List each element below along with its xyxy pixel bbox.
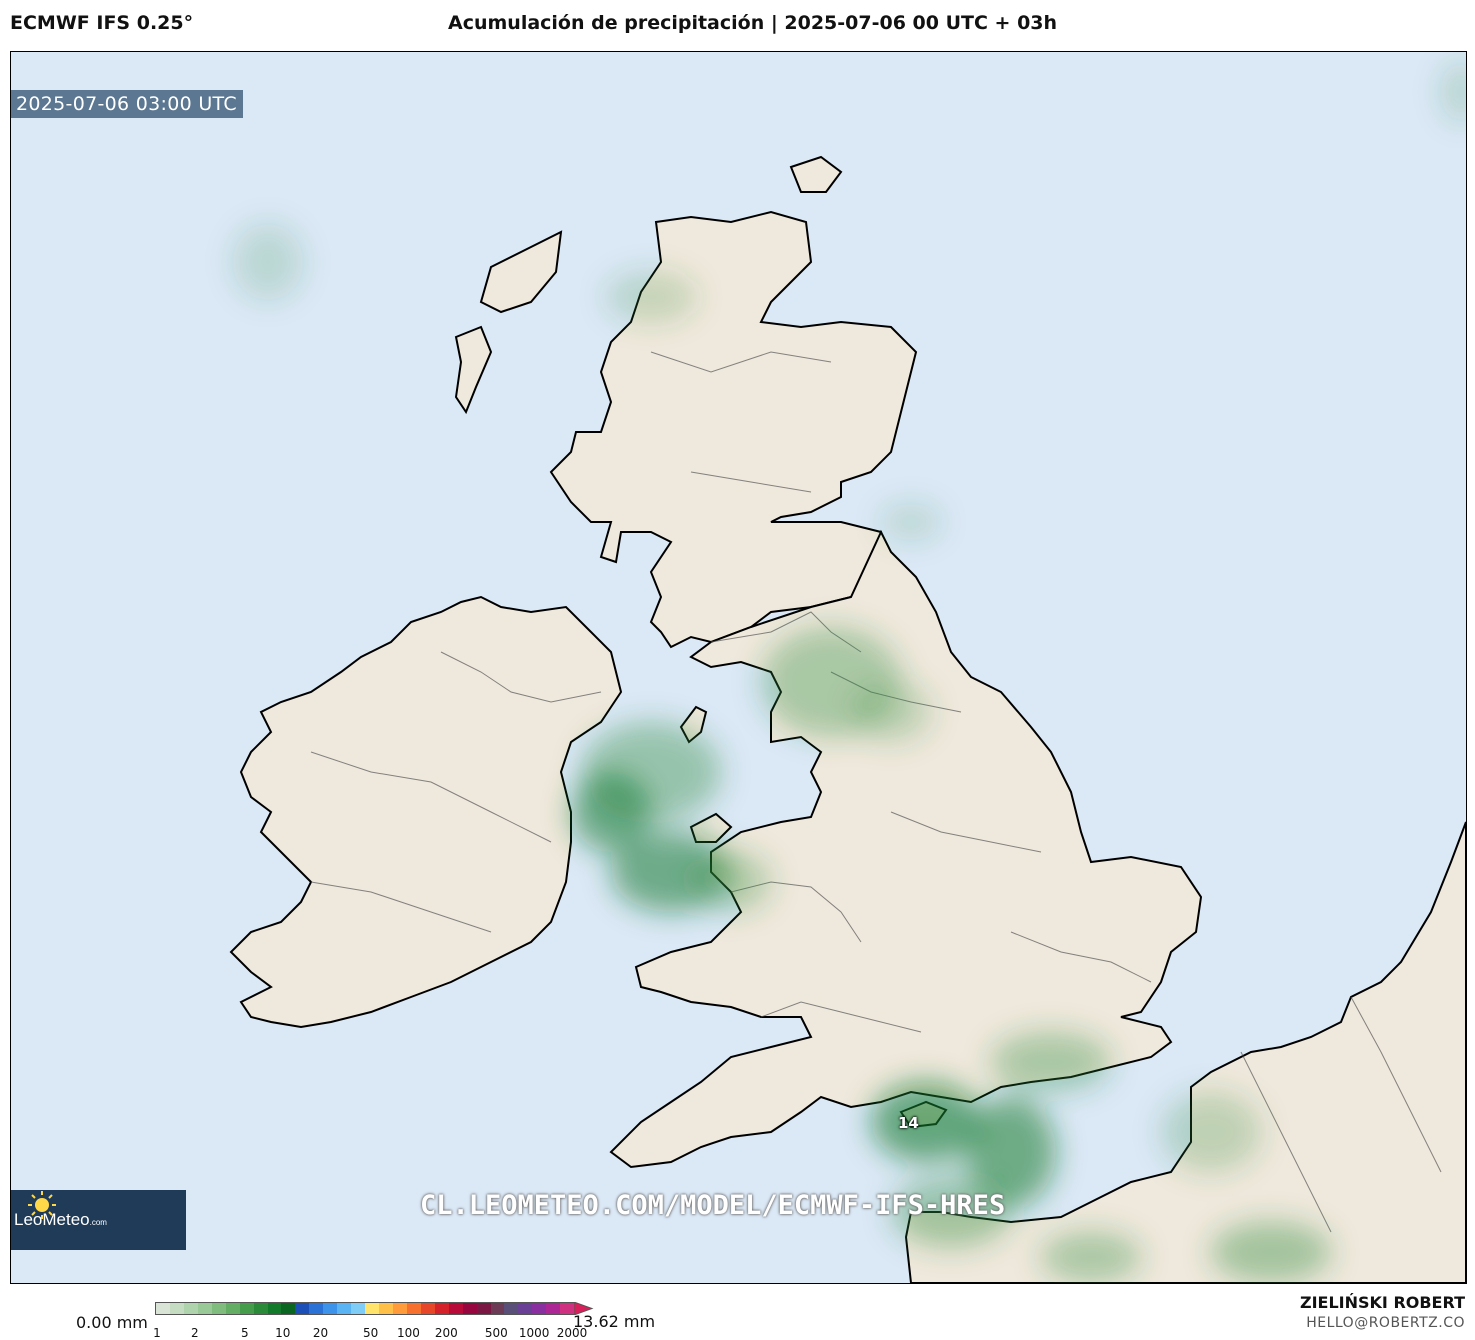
colorbar: [155, 1302, 575, 1315]
colorbar-swatch: [504, 1303, 519, 1314]
land-ireland: [229, 595, 623, 1029]
colorbar-swatch: [365, 1303, 379, 1314]
leometeo-logo[interactable]: LeoMeteo.com: [11, 1190, 186, 1250]
map-canvas[interactable]: [11, 52, 1466, 1283]
colorbar-swatch: [546, 1303, 561, 1314]
sun-icon: [28, 1191, 56, 1219]
colorbar-tick-label: 10: [275, 1326, 291, 1340]
colorbar-swatch: [420, 1303, 435, 1314]
colorbar-swatch: [156, 1303, 170, 1314]
colorbar-swatch: [518, 1303, 533, 1314]
chart-title: Acumulación de precipitación | 2025-07-0…: [448, 12, 1058, 34]
land-hebrides-south: [454, 325, 493, 415]
colorbar-swatch: [197, 1303, 212, 1314]
colorbar-swatch: [323, 1303, 338, 1314]
colorbar-swatch: [434, 1303, 449, 1314]
colorbar-swatch: [392, 1303, 407, 1314]
colorbar-tick-label: 2000: [556, 1326, 588, 1340]
colorbar-swatch: [281, 1303, 296, 1314]
colorbar-swatch: [309, 1303, 324, 1314]
colorbar-swatch: [253, 1303, 268, 1314]
colorbar-swatch: [239, 1303, 254, 1314]
colorbar-tick-label: 200: [434, 1326, 458, 1340]
colorbar-tick-label: 100: [396, 1326, 420, 1340]
colorbar-swatch: [225, 1303, 240, 1314]
colorbar-tick-label: 50: [362, 1326, 379, 1340]
colorbar-swatch: [183, 1303, 198, 1314]
colorbar-tick-label: 1: [153, 1326, 161, 1340]
colorbar-swatch: [448, 1303, 463, 1314]
colorbar-swatch: [476, 1303, 491, 1314]
model-title: ECMWF IFS 0.25°: [10, 12, 194, 34]
colorbar-swatch: [169, 1303, 184, 1314]
colorbar-swatch: [267, 1303, 282, 1314]
colorbar-tick-label: 2: [191, 1326, 199, 1340]
colorbar-swatch: [490, 1303, 505, 1314]
author-email[interactable]: HELLO@ROBERTZ.CO: [1306, 1315, 1465, 1331]
author-name: ZIELIŃSKI ROBERT: [1299, 1293, 1465, 1312]
colorbar-tick-label: 500: [484, 1326, 508, 1340]
colorbar-swatch: [211, 1303, 226, 1314]
colorbar-tick-label: 1000: [518, 1326, 550, 1340]
land-orkney: [789, 155, 843, 193]
max-value-label: 14: [898, 1114, 919, 1132]
land-hebrides-north: [479, 230, 563, 314]
colorbar-swatch: [406, 1303, 421, 1314]
colorbar-swatch: [379, 1303, 393, 1314]
colorbar-min-label: 0.00 mm: [76, 1313, 148, 1332]
colorbar-swatch: [462, 1303, 477, 1314]
colorbar-swatch: [351, 1303, 366, 1314]
map-panel[interactable]: 2025-07-06 03:00 UTC LeoMeteo.com 14: [10, 51, 1467, 1284]
watermark-url: CL.LEOMETEO.COM/MODEL/ECMWF-IFS-HRES: [420, 1190, 1006, 1221]
colorbar-swatch: [295, 1303, 310, 1314]
colorbar-tick-label: 5: [241, 1326, 249, 1340]
colorbar-swatch: [337, 1303, 352, 1314]
valid-time-badge: 2025-07-06 03:00 UTC: [11, 90, 243, 118]
colorbar-swatch: [532, 1303, 547, 1314]
colorbar-tick-label: 20: [312, 1326, 329, 1340]
